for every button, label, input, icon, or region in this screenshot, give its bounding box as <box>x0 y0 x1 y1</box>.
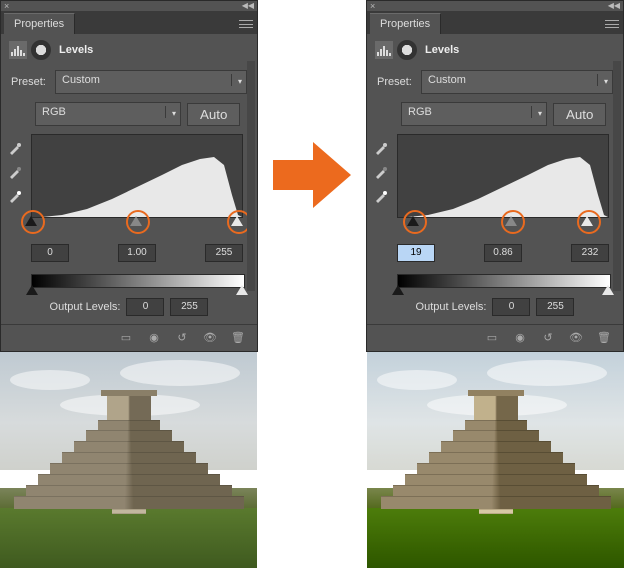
preset-row: Preset: Custom▾ <box>1 66 257 98</box>
tab-row: Properties <box>1 12 257 34</box>
channel-select[interactable]: RGB▾ <box>401 102 547 126</box>
white-point-eyedropper-icon[interactable] <box>7 188 23 204</box>
adjustment-header: Levels <box>367 34 623 66</box>
properties-panel-before: × ◀◀ Properties Levels Preset: Custom▾ R… <box>0 0 258 352</box>
black-point-eyedropper-icon[interactable] <box>373 140 389 156</box>
output-gradient <box>31 274 245 288</box>
output-levels-row: Output Levels: 0 255 <box>1 288 257 324</box>
panel-footer: ▭ ◉ ↺ 👁 🗑 <box>367 324 623 351</box>
eyedropper-column <box>7 140 23 204</box>
clip-to-layer-icon[interactable]: ▭ <box>483 329 501 345</box>
histogram-area <box>31 134 247 244</box>
midtone-input[interactable]: 1.00 <box>118 244 156 262</box>
collapse-icon[interactable]: ◀◀ <box>242 1 254 10</box>
input-values-row: 19 0.86 232 <box>397 244 609 268</box>
mask-icon[interactable] <box>31 40 51 60</box>
output-lo-input[interactable]: 0 <box>492 298 530 316</box>
auto-button[interactable]: Auto <box>553 103 606 126</box>
tab-row: Properties <box>367 12 623 34</box>
white-point-eyedropper-icon[interactable] <box>373 188 389 204</box>
highlight-input[interactable]: 255 <box>205 244 243 262</box>
tab-properties[interactable]: Properties <box>4 13 75 34</box>
midtone-input[interactable]: 0.86 <box>484 244 522 262</box>
adjustment-label: Levels <box>59 44 93 56</box>
annotation-circle <box>577 210 601 234</box>
histogram <box>397 134 609 218</box>
channel-row: RGB▾ Auto <box>367 98 623 130</box>
output-label: Output Levels: <box>50 301 121 313</box>
clip-to-layer-icon[interactable]: ▭ <box>117 329 135 345</box>
shadow-input[interactable]: 19 <box>397 244 435 262</box>
output-shadow-slider[interactable] <box>392 285 404 297</box>
scrollbar[interactable] <box>613 61 621 291</box>
preset-row: Preset: Custom▾ <box>367 66 623 98</box>
close-icon[interactable]: × <box>4 1 9 11</box>
output-hi-input[interactable]: 255 <box>170 298 208 316</box>
output-lo-input[interactable]: 0 <box>126 298 164 316</box>
preset-select[interactable]: Custom▾ <box>55 70 247 94</box>
output-label: Output Levels: <box>416 301 487 313</box>
properties-panel-after: × ◀◀ Properties Levels Preset: Custom▾ R… <box>366 0 624 352</box>
visibility-icon[interactable]: 👁 <box>567 329 585 345</box>
preset-label: Preset: <box>11 76 49 88</box>
eyedropper-column <box>373 140 389 204</box>
scrollbar[interactable] <box>247 61 255 291</box>
preview-image-before <box>0 352 257 568</box>
input-slider-row[interactable] <box>31 218 243 232</box>
levels-icon[interactable] <box>375 41 393 59</box>
output-hi-input[interactable]: 255 <box>536 298 574 316</box>
view-previous-icon[interactable]: ◉ <box>511 329 529 345</box>
before-after-arrow-icon <box>273 140 353 210</box>
adjustment-header: Levels <box>1 34 257 66</box>
channel-row: RGB▾ Auto <box>1 98 257 130</box>
highlight-input[interactable]: 232 <box>571 244 609 262</box>
gray-point-eyedropper-icon[interactable] <box>7 164 23 180</box>
input-slider-row[interactable] <box>397 218 609 232</box>
input-values-row: 0 1.00 255 <box>31 244 243 268</box>
auto-button[interactable]: Auto <box>187 103 240 126</box>
titlebar: × ◀◀ <box>1 1 257 12</box>
trash-icon[interactable]: 🗑 <box>595 329 613 345</box>
mask-icon[interactable] <box>397 40 417 60</box>
annotation-circle <box>403 210 427 234</box>
preview-image-after <box>367 352 624 568</box>
titlebar: × ◀◀ <box>367 1 623 12</box>
close-icon[interactable]: × <box>370 1 375 11</box>
adjustment-label: Levels <box>425 44 459 56</box>
reset-icon[interactable]: ↺ <box>539 329 557 345</box>
output-gradient <box>397 274 611 288</box>
trash-icon[interactable]: 🗑 <box>229 329 247 345</box>
gray-point-eyedropper-icon[interactable] <box>373 164 389 180</box>
annotation-circle <box>501 210 525 234</box>
reset-icon[interactable]: ↺ <box>173 329 191 345</box>
preset-select[interactable]: Custom▾ <box>421 70 613 94</box>
collapse-icon[interactable]: ◀◀ <box>608 1 620 10</box>
output-shadow-slider[interactable] <box>26 285 38 297</box>
black-point-eyedropper-icon[interactable] <box>7 140 23 156</box>
output-levels-row: Output Levels: 0 255 <box>367 288 623 324</box>
visibility-icon[interactable]: 👁 <box>201 329 219 345</box>
levels-icon[interactable] <box>9 41 27 59</box>
panel-footer: ▭ ◉ ↺ 👁 🗑 <box>1 324 257 351</box>
tab-properties[interactable]: Properties <box>370 13 441 34</box>
panel-menu-icon[interactable] <box>605 18 619 28</box>
channel-select[interactable]: RGB▾ <box>35 102 181 126</box>
panel-menu-icon[interactable] <box>239 18 253 28</box>
histogram <box>31 134 243 218</box>
shadow-input[interactable]: 0 <box>31 244 69 262</box>
view-previous-icon[interactable]: ◉ <box>145 329 163 345</box>
histogram-area <box>397 134 613 244</box>
annotation-circle <box>126 210 150 234</box>
preset-label: Preset: <box>377 76 415 88</box>
annotation-circle <box>21 210 45 234</box>
